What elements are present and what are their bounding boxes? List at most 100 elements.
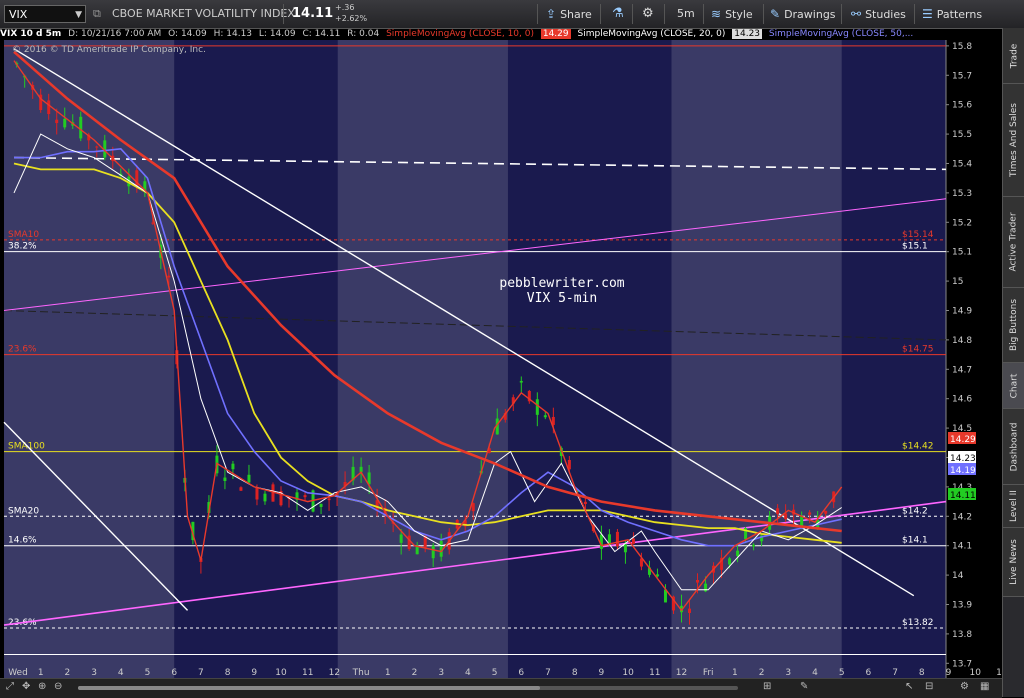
tab-active-trader[interactable]: Active Trader [1003, 197, 1024, 288]
studies-button[interactable]: ⚯ Studies [851, 0, 906, 28]
candle-body [631, 538, 635, 544]
candle-body [231, 463, 235, 470]
drawings-button[interactable]: ✎ Drawings [770, 0, 836, 28]
chart-title: VIX 10 d 5m [0, 29, 62, 39]
zoom-tool-icon[interactable]: ⊞ [763, 681, 771, 692]
pan-icon[interactable]: ✥ [22, 681, 30, 692]
sma20-label[interactable]: SimpleMovingAvg (CLOSE, 20, 0) [578, 29, 726, 39]
tab-trade-label: Trade [1009, 43, 1020, 68]
x-tick-label: 1 [38, 668, 44, 678]
price-chart[interactable]: 38.2% $15.1 SMA10 $15.14 23.6% $14.75 SMA100 $1… [0, 28, 1002, 678]
change-value: +.36 [335, 3, 355, 12]
tab-level-ii[interactable]: Level II [1003, 485, 1024, 528]
right-sidebar: Trade Times And Sales Active Trader Big … [1002, 28, 1024, 697]
x-tick-label: 2 [759, 668, 765, 678]
x-tick-label: 11 [649, 668, 660, 678]
cursor-icon[interactable]: ↖ [905, 681, 913, 692]
candle-body [439, 540, 443, 557]
fit-icon[interactable]: ⊟ [925, 681, 933, 692]
candle-body [776, 508, 780, 515]
fib-level-label: 38.2% [8, 242, 37, 252]
y-tick-label: 15.6 [952, 101, 972, 111]
candle-body [247, 474, 251, 483]
flask-icon[interactable]: ⚗ [612, 0, 624, 28]
fib-level-label: SMA10 [8, 230, 39, 240]
settings-icon[interactable]: ⚙ [960, 681, 969, 692]
grid-icon[interactable]: ▦ [980, 681, 989, 692]
candle-body [519, 380, 523, 383]
chevron-down-icon[interactable]: ▼ [75, 6, 82, 24]
tab-times-and-sales[interactable]: Times And Sales [1003, 84, 1024, 197]
x-tick-label: 9 [251, 668, 257, 678]
y-tick-label: 15.7 [952, 71, 972, 81]
fib-level-label: 23.6% [8, 345, 37, 355]
last-price: 14.11 [292, 6, 334, 21]
x-tick-label: 4 [465, 668, 471, 678]
y-tick-label: 15.8 [952, 42, 972, 52]
x-tick-label: 2 [412, 668, 418, 678]
price-tag-text: 14.23 [950, 454, 976, 464]
fib-level-tag: $14.1 [902, 536, 928, 546]
y-tick-label: 14.6 [952, 395, 972, 405]
aggregation-button[interactable]: 5m [677, 0, 695, 28]
y-tick-label: 15.3 [952, 189, 972, 199]
zoom-out-icon[interactable]: ⊖ [54, 681, 62, 692]
zoom-in-icon[interactable]: ⊕ [38, 681, 46, 692]
x-tick-label: Fri [703, 668, 714, 678]
tab-active-trader-label: Active Trader [1009, 212, 1020, 272]
sma20-value: 14.23 [732, 29, 763, 39]
candle-body [728, 558, 732, 565]
candle-body [688, 608, 692, 613]
tab-dashboard[interactable]: Dashboard [1003, 409, 1024, 485]
expand-icon[interactable]: ⤢ [6, 681, 14, 692]
pencil-icon: ✎ [770, 7, 781, 21]
sma10-label[interactable]: SimpleMovingAvg (CLOSE, 10, 0) [386, 29, 534, 39]
link-icon[interactable]: ⧉ [93, 0, 101, 28]
y-tick-label: 13.9 [952, 600, 972, 610]
y-tick-label: 15.4 [952, 159, 972, 169]
price-tag-text: 14.11 [950, 491, 976, 501]
candle-body [696, 579, 700, 583]
symbol-selector[interactable]: VIX ▼ [4, 5, 86, 23]
bar-high: H: 14.13 [213, 29, 253, 39]
fib-level-tag: $13.82 [902, 618, 934, 628]
tab-big-buttons[interactable]: Big Buttons [1003, 288, 1024, 363]
tab-big-buttons-label: Big Buttons [1009, 298, 1019, 352]
x-tick-label: Wed [8, 668, 28, 678]
x-tick-label: 5 [145, 668, 151, 678]
share-button[interactable]: ⇪ Share [546, 0, 592, 28]
bar-range: R: 0.04 [347, 29, 380, 39]
candle-body [95, 146, 99, 148]
tab-live-news-label: Live News [1009, 539, 1019, 585]
style-icon: ≋ [711, 7, 722, 21]
studies-label: Studies [865, 8, 906, 21]
time-scroll-slider[interactable] [78, 686, 738, 690]
tab-chart[interactable]: Chart [1003, 363, 1024, 409]
x-tick-label: 6 [866, 668, 872, 678]
x-tick-label: 8 [572, 668, 578, 678]
studies-icon: ⚯ [851, 7, 862, 21]
fib-level-label: SMA20 [8, 506, 39, 516]
candle-body [431, 545, 435, 559]
fib-level-tag: $14.2 [902, 506, 928, 516]
y-tick-label: 14.9 [952, 306, 972, 316]
sma50-label[interactable]: SimpleMovingAvg (CLOSE, 50,... [769, 29, 913, 39]
tab-trade[interactable]: Trade [1003, 28, 1024, 84]
bottom-toolbar: ⤢ ✥ ⊕ ⊖ ⊞ ✎ ↖ ⊟ ⚙ ▦ [0, 678, 1002, 698]
x-tick-label: 10 [275, 668, 287, 678]
tab-live-news[interactable]: Live News [1003, 528, 1024, 597]
patterns-button[interactable]: ☰ Patterns [922, 0, 982, 28]
candle-body [623, 544, 627, 553]
bar-datetime: D: 10/21/16 7:00 AM [68, 29, 162, 39]
style-button[interactable]: ≋ Style [711, 0, 753, 28]
tab-dashboard-label: Dashboard [1009, 422, 1020, 471]
gear-icon[interactable]: ⚙ [642, 0, 654, 28]
time-scroll-thumb[interactable] [78, 686, 540, 690]
candle-body [615, 531, 619, 547]
share-label: Share [560, 8, 592, 21]
drawing-tool-icon[interactable]: ✎ [800, 681, 808, 692]
candle-body [239, 487, 243, 491]
candle-body [535, 399, 539, 415]
y-tick-label: 14.8 [952, 336, 972, 346]
candle-body [655, 574, 659, 577]
